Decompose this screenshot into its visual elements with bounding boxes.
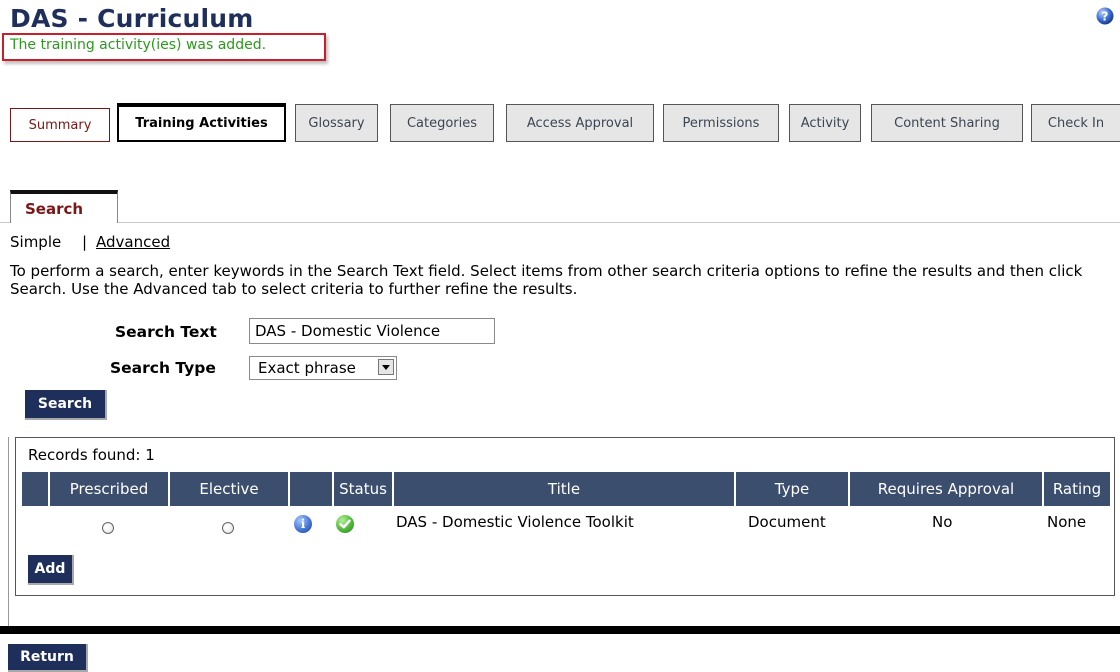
column-requires-approval: Requires Approval [848,472,1042,506]
advanced-search-link[interactable]: Advanced [96,233,170,251]
search-tab-line [0,222,10,223]
search-button[interactable]: Search [25,390,107,420]
search-tab[interactable]: Search [10,190,118,223]
search-mode-simple: Simple [10,233,62,251]
column-info [288,472,332,506]
elective-radio[interactable] [222,522,234,534]
column-status: Status [332,472,392,506]
row-requires-approval: No [932,513,953,531]
chevron-down-icon[interactable] [378,359,394,375]
tab-training-activities[interactable]: Training Activities [117,103,286,142]
records-found: Records found: 1 [28,446,155,464]
search-mode-separator: | [82,233,88,251]
tab-access-approval[interactable]: Access Approval [506,104,654,142]
footer-divider [0,626,1120,634]
tab-content-sharing[interactable]: Content Sharing [871,104,1023,142]
info-icon[interactable]: i [294,515,312,533]
prescribed-radio[interactable] [102,522,114,534]
tab-glossary[interactable]: Glossary [295,104,378,142]
column-rating: Rating [1042,472,1110,506]
tab-summary[interactable]: Summary [10,108,110,142]
add-button[interactable]: Add [28,555,74,585]
page-title: DAS - Curriculum [10,4,254,33]
search-type-value: Exact phrase [258,359,356,377]
tab-categories[interactable]: Categories [390,104,494,142]
column-title: Title [392,472,734,506]
column-prescribed: Prescribed [48,472,168,506]
search-tab-line [118,222,1120,223]
row-type: Document [748,513,826,531]
help-icon[interactable]: ? [1096,7,1114,25]
row-rating: None [1047,513,1087,531]
search-text-input[interactable] [249,318,495,344]
search-type-select[interactable]: Exact phrase [249,356,397,380]
search-instructions: To perform a search, enter keywords in t… [10,262,1083,298]
search-text-label: Search Text [115,323,217,341]
column-type: Type [734,472,848,506]
column-elective: Elective [168,472,288,506]
search-type-label: Search Type [110,359,216,377]
status-ok-icon [336,515,354,533]
content-left-border [8,437,9,626]
tab-check-in[interactable]: Check In [1031,104,1120,142]
tab-activity[interactable]: Activity [789,104,861,142]
row-title: DAS - Domestic Violence Toolkit [396,513,634,531]
tab-permissions[interactable]: Permissions [663,104,779,142]
success-message: The training activity(ies) was added. [10,37,267,53]
svg-text:?: ? [1102,10,1109,24]
